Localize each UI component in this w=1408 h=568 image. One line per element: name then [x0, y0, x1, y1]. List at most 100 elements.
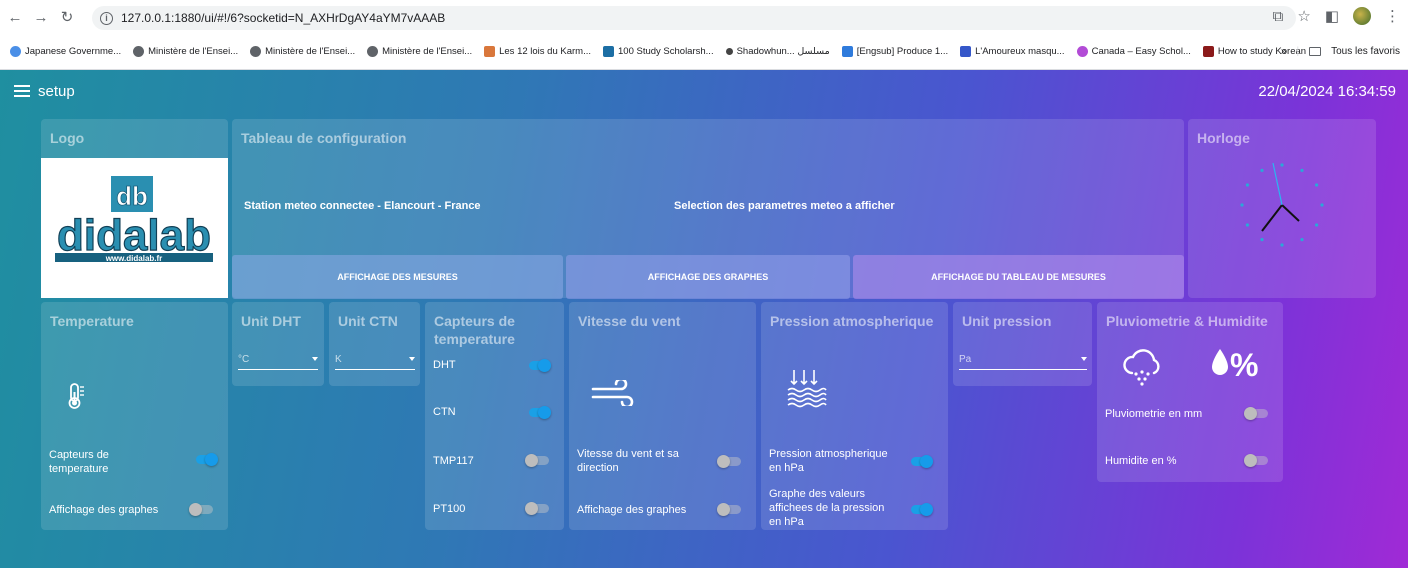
bookmark-item[interactable]: 100 Study Scholarsh... — [603, 46, 714, 57]
show-measures-button[interactable]: AFFICHAGE DES MESURES — [232, 255, 563, 299]
bookmarks-bar: Japanese Governme... Ministère de l'Ense… — [0, 34, 1408, 70]
bookmark-item[interactable]: Les 12 lois du Karm... — [484, 46, 591, 57]
bookmark-label: Les 12 lois du Karm... — [499, 46, 591, 57]
more-bookmarks-button[interactable]: » — [1281, 46, 1287, 57]
chevron-down-icon — [409, 357, 415, 361]
bookmark-label: Ministère de l'Ensei... — [265, 46, 356, 57]
show-table-button[interactable]: AFFICHAGE DU TABLEAU DE MESURES — [853, 255, 1184, 299]
dashboard: setup 22/04/2024 16:34:59 Logo db didala… — [0, 70, 1408, 568]
install-icon[interactable]: ⧉ — [1273, 8, 1284, 25]
pressure-graph-toggle[interactable] — [909, 500, 933, 518]
sensor-label-pt100: PT100 — [433, 503, 466, 515]
url-text: 127.0.0.1:1880/ui/#!/6?socketid=N_AXHrDg… — [121, 11, 446, 25]
sensor-pt100-toggle[interactable] — [525, 499, 549, 517]
station-label: Station meteo connectee - Elancourt - Fr… — [244, 200, 481, 212]
address-bar[interactable]: i 127.0.0.1:1880/ui/#!/6?socketid=N_AXHr… — [92, 6, 1296, 30]
svg-text:%: % — [1230, 347, 1258, 379]
menu-icon[interactable]: ⋮ — [1385, 7, 1400, 25]
separator: | — [1296, 46, 1300, 57]
sensor-ctn-toggle[interactable] — [527, 403, 551, 421]
card-title: Vitesse du vent — [578, 313, 681, 329]
temperature-sensors-toggle[interactable] — [194, 450, 218, 468]
folder-icon — [1309, 47, 1322, 56]
browser-toolbar: ← → ↻ i 127.0.0.1:1880/ui/#!/6?socketid=… — [0, 0, 1408, 34]
globe-icon — [133, 46, 145, 57]
bookmark-label: Ministère de l'Ensei... — [382, 46, 473, 57]
bookmark-label: Japanese Governme... — [25, 46, 122, 57]
card-title: Unit DHT — [241, 313, 301, 329]
unit-pressure-select[interactable]: Pa — [959, 354, 1087, 370]
wind-card: Vitesse du vent Vitesse du vent et sa di… — [569, 302, 756, 530]
unit-dht-select[interactable]: °C — [238, 354, 318, 370]
bookmark-item[interactable]: L'Amoureux masqu... — [960, 46, 1065, 57]
pressure-graph-toggle-label: Graphe des valeurs affichees de la press… — [769, 488, 885, 528]
bookmark-item[interactable]: [Engsub] Produce 1... — [841, 46, 949, 57]
temperature-card: Temperature Capteurs de temperature Affi… — [41, 302, 228, 530]
pressure-hpa-toggle-label: Pression atmospherique en hPa — [769, 448, 888, 474]
site-info-icon[interactable]: i — [100, 11, 113, 25]
unit-ctn-card: Unit CTN K — [329, 302, 420, 386]
bookmark-label: Ministère de l'Ensei... — [148, 46, 239, 57]
wind-speed-toggle[interactable] — [717, 452, 741, 470]
sensors-card: Capteurs de temperature DHT CTN TMP117 P… — [425, 302, 564, 530]
bookmark-item[interactable]: Ministère de l'Ensei... — [367, 46, 472, 57]
globe-icon — [10, 46, 21, 57]
unit-dht-card: Unit DHT °C — [232, 302, 324, 386]
card-title: Pression atmospherique — [770, 313, 934, 329]
wind-icon — [591, 380, 634, 406]
forward-icon[interactable]: → — [30, 6, 52, 28]
card-title: Temperature — [50, 313, 134, 329]
pressure-icon — [787, 370, 827, 408]
circle-icon — [1076, 46, 1088, 57]
unit-dht-value: °C — [238, 354, 250, 365]
reload-icon[interactable]: ↻ — [56, 6, 78, 28]
selection-label: Selection des parametres meteo a affiche… — [674, 200, 895, 212]
sensor-label-tmp117: TMP117 — [433, 455, 474, 467]
all-favorites-link[interactable]: Tous les favoris — [1331, 46, 1400, 57]
bookmark-star-icon[interactable]: ☆ — [1297, 7, 1310, 25]
bookmark-item[interactable]: Ministère de l'Ensei... — [133, 46, 238, 57]
humidity-percent-icon: % — [1212, 347, 1258, 379]
thumbnail-icon — [603, 46, 614, 57]
rain-cloud-icon — [1123, 349, 1160, 386]
pressure-hpa-toggle[interactable] — [909, 452, 933, 470]
unit-ctn-select[interactable]: K — [335, 354, 415, 370]
r-icon — [960, 46, 972, 57]
graphs-toggle-label: Affichage des graphes — [49, 504, 159, 516]
bookmark-label: Canada – Easy Schol... — [1091, 46, 1191, 57]
logo-wordmark: didalab — [57, 211, 211, 260]
unit-pressure-value: Pa — [959, 354, 972, 365]
didalab-logo: db didalab www.didalab.fr — [41, 158, 228, 298]
side-panel-icon[interactable]: ◧ — [1325, 7, 1339, 25]
card-title: Capteurs de temperature — [434, 313, 515, 347]
bookmark-item[interactable]: Canada – Easy Schol... — [1076, 46, 1191, 57]
wind-speed-toggle-label: Vitesse du vent et sa direction — [577, 448, 679, 474]
back-icon[interactable]: ← — [4, 6, 26, 28]
card-title: Pluviometrie & Humidite — [1106, 313, 1268, 329]
card-title: Horloge — [1197, 130, 1250, 146]
rain-toggle[interactable] — [1244, 404, 1268, 422]
humidity-toggle[interactable] — [1244, 451, 1268, 469]
humidity-toggle-label: Humidite en % — [1105, 455, 1177, 467]
bookmark-item[interactable]: Ministère de l'Ensei... — [250, 46, 355, 57]
bookmark-item[interactable]: Shadowhun... مسلسل — [725, 46, 830, 57]
logo-db: db — [116, 181, 148, 211]
chevron-down-icon — [312, 357, 318, 361]
wind-graphs-toggle[interactable] — [717, 500, 741, 518]
bookmark-label: 100 Study Scholarsh... — [618, 46, 714, 57]
clock-card: Horloge — [1188, 119, 1376, 298]
card-title: Unit pression — [962, 313, 1052, 329]
bookmark-item[interactable]: Japanese Governme... — [10, 46, 121, 57]
k-icon — [841, 46, 853, 57]
bookmark-label: [Engsub] Produce 1... — [856, 46, 949, 57]
show-graphs-button[interactable]: AFFICHAGE DES GRAPHES — [566, 255, 850, 299]
sensor-tmp117-toggle[interactable] — [525, 451, 549, 469]
sensor-dht-toggle[interactable] — [527, 356, 551, 374]
dot-icon — [725, 48, 733, 55]
unit-pressure-card: Unit pression Pa — [953, 302, 1092, 386]
profile-avatar[interactable] — [1353, 7, 1371, 25]
hamburger-menu-icon[interactable] — [14, 85, 30, 97]
wind-graphs-toggle-label: Affichage des graphes — [577, 504, 687, 516]
temperature-graphs-toggle[interactable] — [189, 500, 213, 518]
datetime-display: 22/04/2024 16:34:59 — [1258, 83, 1396, 100]
